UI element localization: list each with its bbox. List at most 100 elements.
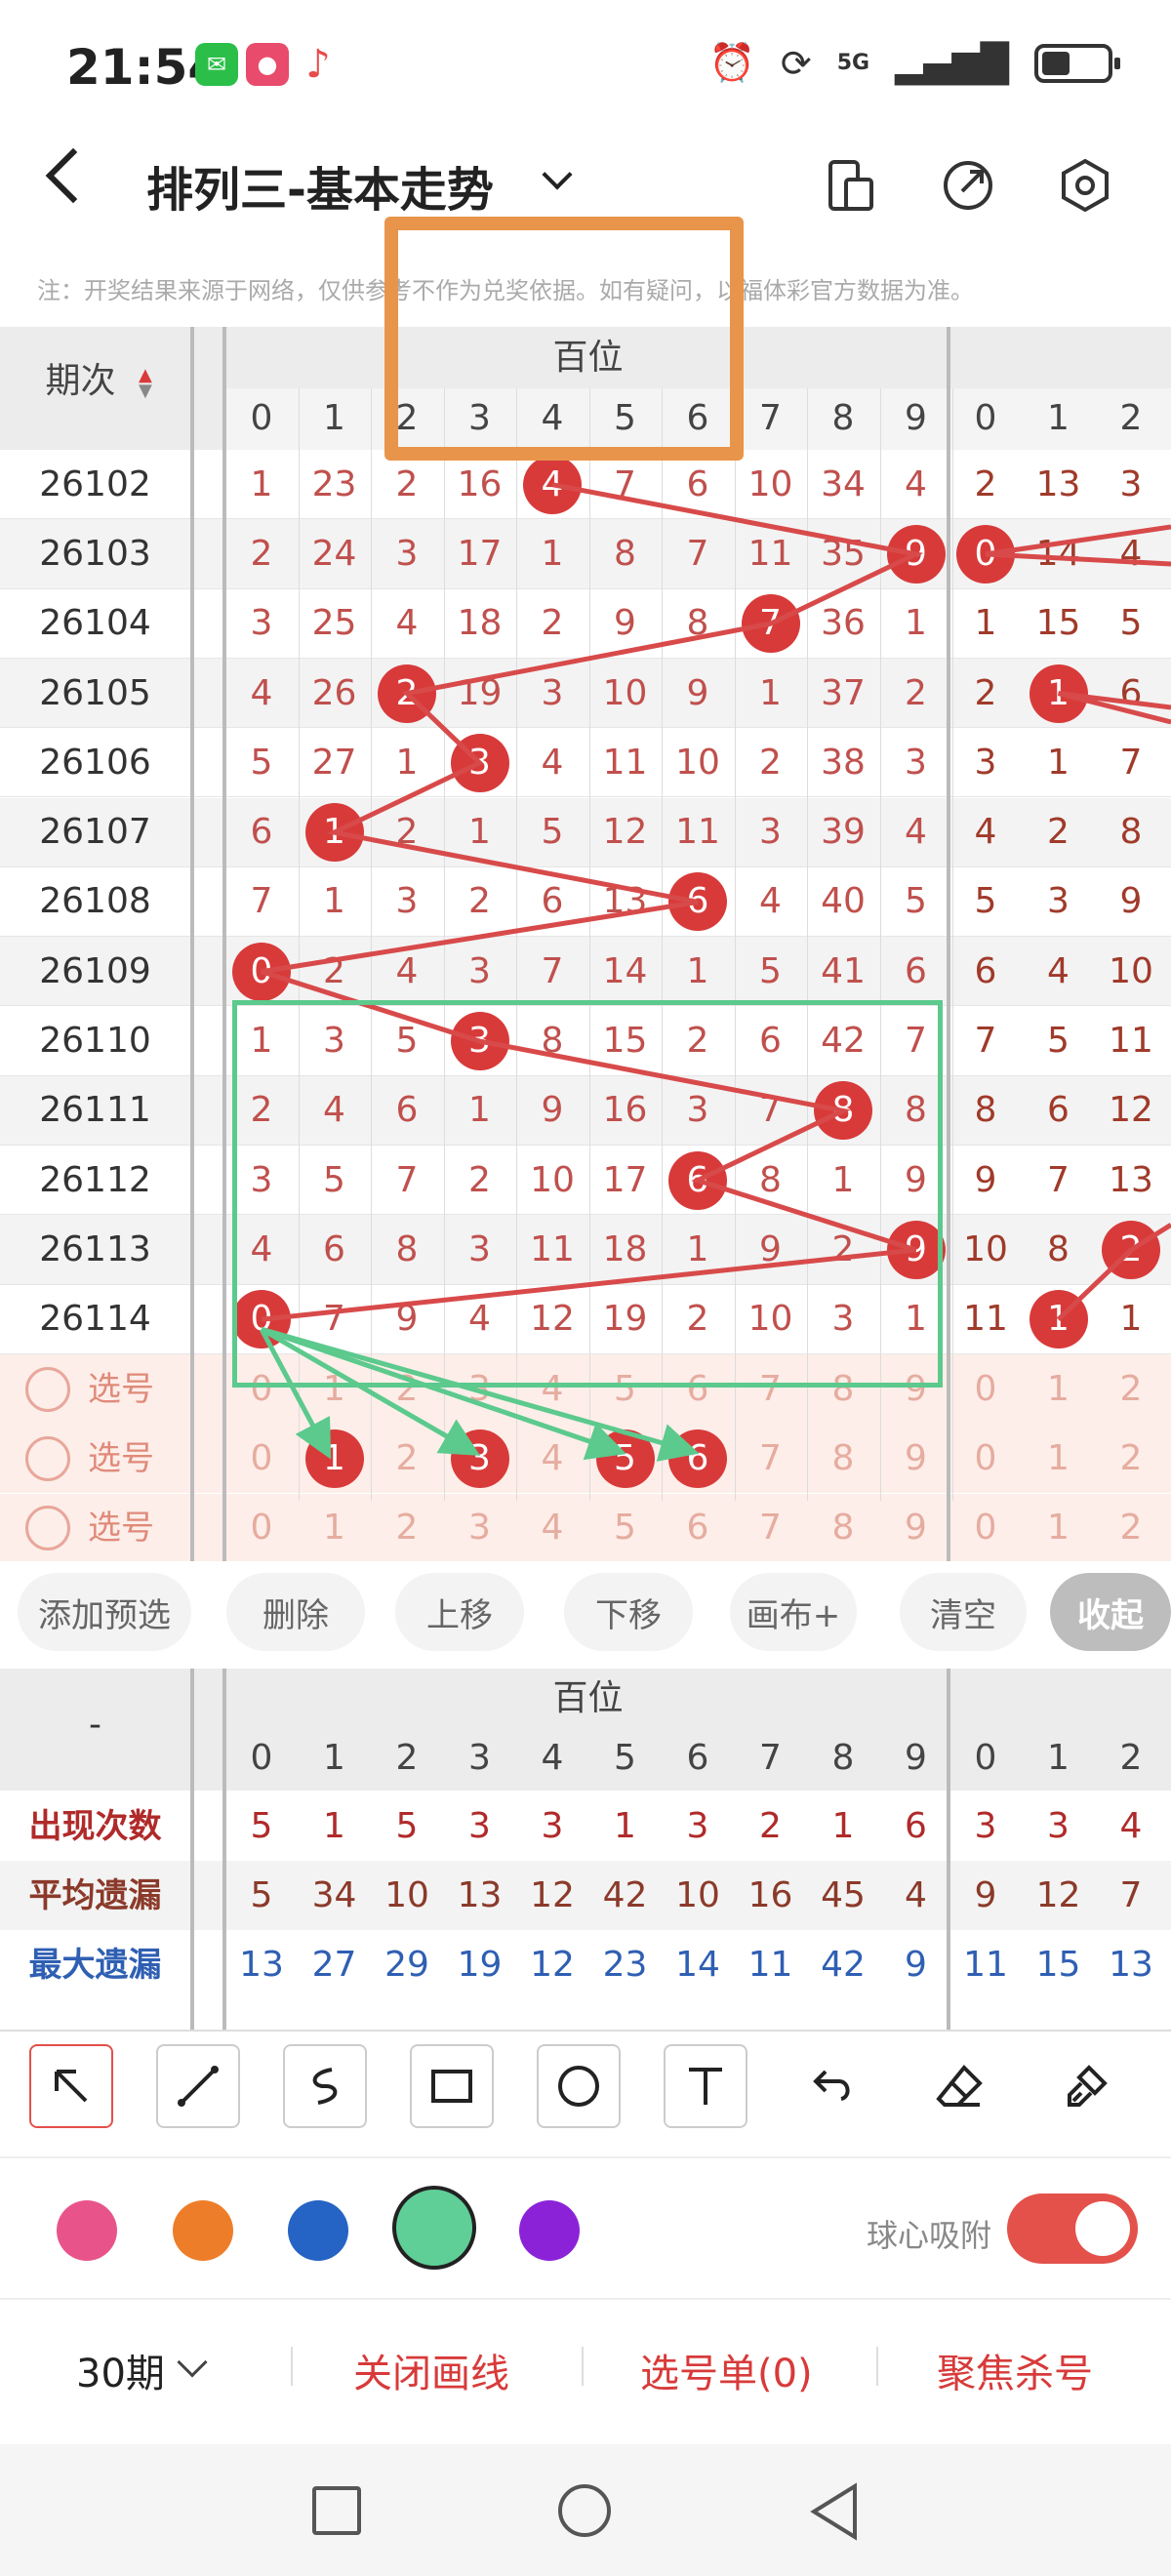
- vertical-divider: [222, 327, 226, 1561]
- color-swatch-green-selected[interactable]: [392, 2186, 476, 2270]
- hotspot-icon: ⟳: [780, 41, 812, 85]
- close-drawing-button[interactable]: 关闭画线: [353, 2342, 509, 2398]
- circle-tool-icon[interactable]: [537, 2044, 621, 2128]
- stats-value: 5: [395, 1806, 419, 1846]
- action-button[interactable]: 画布+: [730, 1573, 857, 1651]
- stats-value: 10: [384, 1875, 429, 1915]
- stats-value: 13: [239, 1945, 284, 1985]
- stats-digit-header: 4: [541, 1738, 564, 1778]
- stats-digit-header: 0: [250, 1738, 273, 1778]
- stats-value: 2: [759, 1806, 782, 1846]
- stats-next-digit-header: 1: [1047, 1738, 1070, 1778]
- stats-next-value: 4: [1119, 1806, 1143, 1846]
- stats-digit-header: 7: [759, 1738, 782, 1778]
- share-icon[interactable]: [939, 156, 997, 215]
- recent-apps-icon[interactable]: [312, 2486, 361, 2535]
- line-tool-icon[interactable]: [156, 2044, 240, 2128]
- stats-value: 19: [457, 1945, 503, 1985]
- stats-value: 1: [323, 1806, 345, 1846]
- action-button[interactable]: 下移: [564, 1573, 693, 1651]
- home-icon[interactable]: [558, 2484, 611, 2537]
- stats-value: 6: [905, 1806, 927, 1846]
- settings-icon[interactable]: [1056, 156, 1114, 215]
- action-button[interactable]: 删除: [226, 1573, 365, 1651]
- stats-next-value: 9: [974, 1875, 997, 1915]
- chevron-down-icon[interactable]: [542, 159, 573, 190]
- stats-digit-header: 5: [614, 1738, 636, 1778]
- stats-value: 23: [602, 1945, 648, 1985]
- stats-digit-header: 3: [468, 1738, 491, 1778]
- stats-digit-header: 9: [905, 1738, 927, 1778]
- stats-value: 4: [905, 1875, 927, 1915]
- collapse-button[interactable]: 收起: [1050, 1573, 1171, 1651]
- rectangle-tool-icon[interactable]: [410, 2044, 494, 2128]
- brush-icon[interactable]: [1044, 2044, 1128, 2128]
- stats-next-value: 7: [1119, 1875, 1143, 1915]
- screen-switch-icon[interactable]: [822, 156, 880, 215]
- stats-value: 29: [384, 1945, 429, 1985]
- stats-row-label: 出现次数: [28, 1807, 162, 1846]
- stats-value: 3: [468, 1806, 491, 1846]
- section-divider: [947, 327, 950, 1561]
- stats-value: 16: [747, 1875, 793, 1915]
- divider: [582, 2347, 584, 2386]
- stats-value: 34: [311, 1875, 357, 1915]
- color-swatch-purple[interactable]: [519, 2200, 580, 2261]
- stats-row-label: 最大遗漏: [28, 1946, 162, 1985]
- stats-value: 27: [311, 1945, 357, 1985]
- action-button[interactable]: 上移: [395, 1573, 524, 1651]
- stats-section-label: 百位: [552, 1678, 624, 1718]
- statistics-table: - 百位 0 1 2 3 4 5 6 7 8 9 0 1 2 出现次数 5 1 5 3 3 1 3 2 1 6 3 3 4 平均遗漏 5 34…: [0, 1669, 1171, 2030]
- text-tool-icon[interactable]: [664, 2044, 747, 2128]
- stats-next-value: 12: [1035, 1875, 1081, 1915]
- page-title[interactable]: 排列三-基本走势: [146, 151, 494, 220]
- color-swatch-pink[interactable]: [57, 2200, 117, 2261]
- stats-digit-header: 6: [686, 1738, 709, 1778]
- stats-value: 3: [541, 1806, 564, 1846]
- undo-icon[interactable]: [790, 2044, 874, 2128]
- stats-value: 10: [675, 1875, 720, 1915]
- highlight-box-orange: [384, 217, 744, 461]
- stats-value: 5: [250, 1806, 273, 1846]
- stats-next-value: 13: [1109, 1945, 1153, 1985]
- color-swatch-blue[interactable]: [288, 2200, 348, 2261]
- curve-tool-icon[interactable]: [283, 2044, 367, 2128]
- status-bar: 21:54 ✉ ● ♪ ⏰ ⟳ 5G ▂▄▆█: [0, 0, 1171, 141]
- stats-digit-header: 1: [323, 1738, 345, 1778]
- stats-corner: -: [89, 1705, 101, 1745]
- app-notification-icon: ●: [246, 43, 289, 86]
- nav-back-icon[interactable]: [806, 2482, 861, 2545]
- vertical-divider: [190, 1669, 194, 2030]
- stats-next-digit-header: 0: [974, 1738, 997, 1778]
- vertical-divider: [222, 1669, 226, 2030]
- stats-digit-header: 2: [395, 1738, 419, 1778]
- snap-to-center-toggle[interactable]: [1007, 2194, 1138, 2264]
- color-swatch-orange[interactable]: [173, 2200, 233, 2261]
- next-trend-line: [1056, 1223, 1171, 1322]
- eraser-icon[interactable]: [917, 2044, 1001, 2128]
- arrow-tool-icon[interactable]: [29, 2044, 113, 2128]
- period-selector[interactable]: 30期: [76, 2342, 165, 2398]
- stats-value: 45: [821, 1875, 866, 1915]
- alarm-icon: ⏰: [708, 41, 755, 84]
- stats-value: 14: [675, 1945, 720, 1985]
- stats-next-value: 11: [963, 1945, 1008, 1985]
- divider: [876, 2347, 878, 2386]
- focus-kill-button[interactable]: 聚焦杀号: [937, 2342, 1093, 2398]
- pick-list-button[interactable]: 选号单(0): [640, 2342, 813, 2398]
- stats-next-value: 3: [974, 1806, 997, 1846]
- highlight-box-green: [232, 1000, 943, 1388]
- back-icon[interactable]: [45, 147, 101, 204]
- stats-value: 12: [530, 1945, 575, 1985]
- stats-value: 42: [602, 1875, 648, 1915]
- action-button[interactable]: 添加预选: [18, 1573, 191, 1651]
- stats-digit-header: 8: [831, 1738, 855, 1778]
- stats-value: 3: [686, 1806, 709, 1846]
- vertical-divider: [947, 1669, 950, 2030]
- battery-icon: [1034, 43, 1120, 83]
- stats-value: 12: [530, 1875, 575, 1915]
- stats-value: 1: [831, 1806, 855, 1846]
- snap-to-center-label: 球心吸附: [867, 2217, 992, 2254]
- action-button[interactable]: 清空: [900, 1573, 1027, 1651]
- stats-value: 42: [821, 1945, 866, 1985]
